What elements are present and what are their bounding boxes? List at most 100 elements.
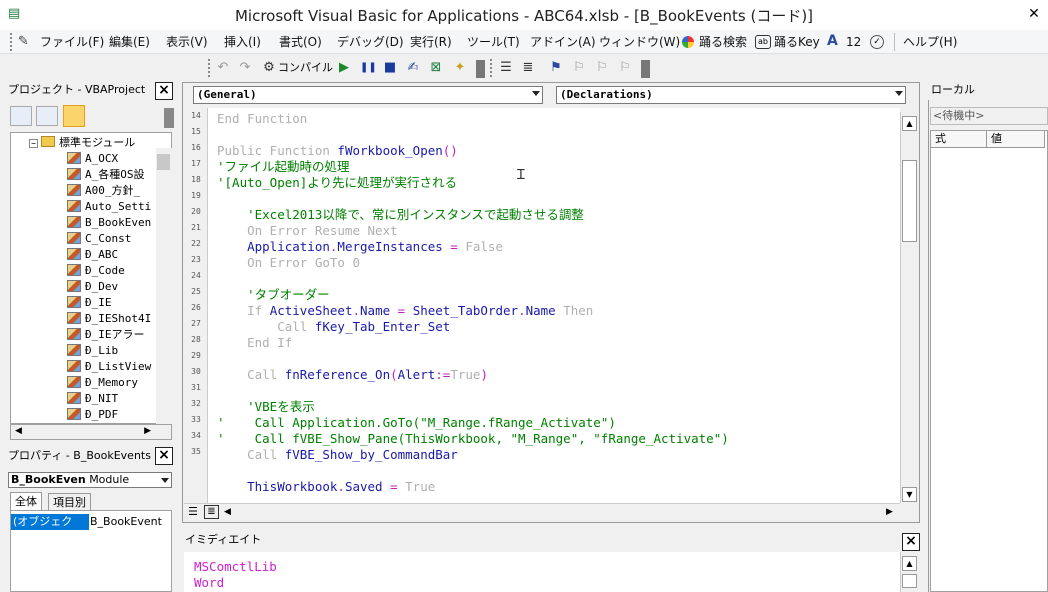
check-icon[interactable]: ✓ xyxy=(870,35,884,49)
code-line[interactable]: Public Function fWorkbook_Open() xyxy=(217,143,458,159)
code-line[interactable]: On Error Resume Next xyxy=(217,223,398,239)
collapse-icon[interactable]: − xyxy=(29,139,38,148)
code-line[interactable]: If ActiveSheet.Name = Sheet_TabOrder.Nam… xyxy=(217,303,593,319)
code-line[interactable]: 'ファイル起動時の処理 xyxy=(217,159,350,175)
view-code-button[interactable] xyxy=(10,106,32,126)
view-object-button[interactable] xyxy=(36,106,58,126)
menu-run[interactable]: 実行(R) xyxy=(410,34,452,50)
toggle-bookmark-icon[interactable]: ⚑ xyxy=(548,59,564,77)
window-close-button[interactable]: ✕ xyxy=(1022,4,1046,24)
object-combo[interactable]: (General) xyxy=(193,86,543,104)
scroll-left-icon[interactable]: ◀ xyxy=(15,426,22,436)
code-line[interactable]: '[Auto_Open]より先に処理が実行される xyxy=(217,175,457,191)
menu-edit[interactable]: 編集(E) xyxy=(109,34,150,50)
code-line[interactable]: 'VBEを表示 xyxy=(217,399,315,415)
menu-file[interactable]: ファイル(F) xyxy=(40,34,104,50)
tab-all[interactable]: 全体 xyxy=(10,492,42,510)
next-bookmark-icon[interactable]: ⚐ xyxy=(571,59,587,77)
code-line[interactable]: Call fnReference_On(Alert:=True) xyxy=(217,367,488,383)
procedure-view-icon[interactable]: ☰ xyxy=(188,505,198,518)
project-tree-vscroll-thumb[interactable] xyxy=(157,154,170,170)
code-line[interactable]: Application.MergeInstances = False xyxy=(217,239,503,255)
property-name-cell[interactable]: (オブジェク xyxy=(11,514,89,530)
code-line[interactable]: ' Call Application.GoTo("M_Range.fRange_… xyxy=(217,415,616,431)
project-tree-hscroll[interactable]: ◀ ▶ xyxy=(10,424,172,440)
tree-module-item[interactable]: Ð_Memory xyxy=(67,375,138,391)
menu-dancing-search[interactable]: 踊る検索 xyxy=(699,34,747,50)
compile-icon[interactable]: ⚙ xyxy=(262,59,276,77)
clear-bookmarks-icon[interactable]: ⚐ xyxy=(617,59,633,77)
code-hscroll[interactable]: ☰ ≣ ◀ ▶ xyxy=(184,503,900,520)
immediate-editor[interactable] xyxy=(184,552,900,592)
tree-module-item[interactable]: B_BookEven xyxy=(67,215,151,231)
object-browser-icon[interactable]: ✦ xyxy=(452,59,468,77)
immediate-vscroll-thumb[interactable] xyxy=(902,574,917,588)
project-panel-close-button[interactable]: × xyxy=(155,82,173,100)
immediate-close-button[interactable]: × xyxy=(902,533,920,551)
tree-module-item[interactable]: Auto_Setti xyxy=(67,199,151,215)
chevron-down-icon[interactable] xyxy=(532,91,540,96)
code-line[interactable]: 'Excel2013以降で、常に別インスタンスで起動させる調整 xyxy=(217,207,584,223)
code-line[interactable]: ThisWorkbook.Saved = True xyxy=(217,479,435,495)
scroll-down-icon[interactable]: ▼ xyxy=(902,487,917,502)
toolbar2-overflow-icon[interactable] xyxy=(641,60,650,78)
vbe-tools-icon[interactable]: ✎ xyxy=(18,34,29,49)
redo-icon[interactable]: ↷ xyxy=(236,59,254,77)
code-line[interactable]: End If xyxy=(217,335,292,351)
tree-module-item[interactable]: A00_方針_ xyxy=(67,183,140,199)
menu-dancing-key[interactable]: 踊るKey xyxy=(774,34,820,50)
stop-icon[interactable]: ■ xyxy=(383,59,397,77)
tree-module-item[interactable]: Ð_IEShot4I xyxy=(67,311,151,327)
code-vscroll[interactable]: ▲ ▼ xyxy=(900,112,917,503)
tree-module-item[interactable]: Ð_Code xyxy=(67,263,125,279)
pause-icon[interactable]: ❚❚ xyxy=(360,59,377,77)
code-vscroll-thumb[interactable] xyxy=(902,160,917,242)
menu-help[interactable]: ヘルプ(H) xyxy=(903,34,957,50)
tree-module-item[interactable]: Ð_Dev xyxy=(67,279,118,295)
code-line[interactable]: ' Call fVBE_Show_Pane(ThisWorkbook, "M_R… xyxy=(217,431,729,447)
menu-addins[interactable]: アドイン(A) xyxy=(530,34,596,50)
toggle-folders-button[interactable] xyxy=(63,105,85,127)
tree-module-item[interactable]: Ð_ListView xyxy=(67,359,151,375)
code-line[interactable]: End Function xyxy=(217,111,307,127)
toolbar-overflow-icon[interactable] xyxy=(476,60,485,78)
toolbar2-grip-icon[interactable] xyxy=(490,59,493,77)
menu-debug[interactable]: デバッグ(D) xyxy=(337,34,404,50)
properties-object-combo[interactable]: B_BookEven Module xyxy=(8,472,172,488)
menu-insert[interactable]: 挿入(I) xyxy=(224,34,261,50)
dancing-search-icon[interactable] xyxy=(682,36,694,48)
menu-font-size[interactable]: 12 xyxy=(846,34,861,50)
run-icon[interactable]: ▶ xyxy=(337,59,351,77)
procedure-combo[interactable]: (Declarations) xyxy=(556,86,906,104)
menu-format[interactable]: 書式(O) xyxy=(279,34,322,50)
project-toolbar-overflow-icon[interactable] xyxy=(164,108,174,128)
property-value-cell[interactable]: B_BookEvent xyxy=(89,514,171,530)
code-line[interactable]: Call fKey_Tab_Enter_Set xyxy=(217,319,450,335)
tab-category[interactable]: 項目別 xyxy=(48,493,91,511)
tree-module-item[interactable]: Ð_Lib xyxy=(67,343,118,359)
font-size-icon[interactable]: A xyxy=(827,33,838,49)
undo-icon[interactable]: ↶ xyxy=(214,59,232,77)
tree-module-item[interactable]: A_各種OS設 xyxy=(67,167,145,183)
scroll-up-icon[interactable]: ▲ xyxy=(902,116,917,131)
tree-module-item[interactable]: Ð_NIT xyxy=(67,391,118,407)
tree-module-item[interactable]: Ð_PDF xyxy=(67,407,118,423)
folder-standard-modules[interactable]: − 標準モジュール xyxy=(29,135,135,151)
scroll-up-icon[interactable]: ▲ xyxy=(902,556,917,571)
immediate-vscroll[interactable]: ▲ xyxy=(900,552,917,592)
indent-icon[interactable]: ☰ xyxy=(498,59,514,77)
toolbar-grip-icon[interactable] xyxy=(208,59,211,77)
tree-module-item[interactable]: C_Const xyxy=(67,231,131,247)
tree-module-item[interactable]: Ð_IEアラー xyxy=(67,327,145,343)
code-line[interactable]: Call fVBE_Show_by_CommandBar xyxy=(217,447,458,463)
menu-window[interactable]: ウィンドウ(W) xyxy=(599,34,680,50)
scroll-left-icon[interactable]: ◀ xyxy=(224,507,231,517)
tree-module-item[interactable]: A_OCX xyxy=(67,151,118,167)
properties-panel-close-button[interactable]: × xyxy=(155,447,173,465)
chevron-down-icon[interactable] xyxy=(895,91,903,96)
menubar-grip-icon[interactable] xyxy=(10,33,13,51)
code-line[interactable]: 'タブオーダー xyxy=(217,287,330,303)
tree-module-item[interactable]: Ð_ABC xyxy=(67,247,118,263)
prev-bookmark-icon[interactable]: ⚐ xyxy=(594,59,610,77)
dancing-key-icon[interactable]: ab xyxy=(755,35,771,49)
